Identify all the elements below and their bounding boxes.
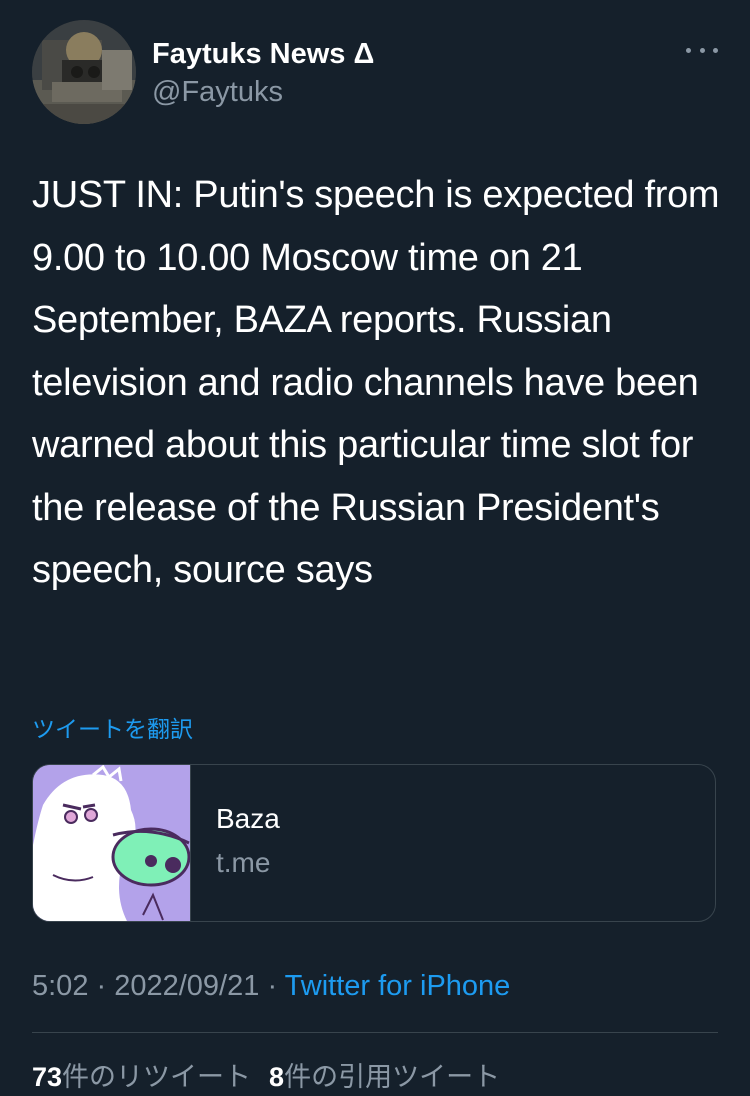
translate-tweet-link[interactable]: ツイートを翻訳 [32, 710, 193, 744]
quotes-count[interactable]: 8 [269, 1062, 284, 1092]
tweet-meta: 5:02 · 2022/09/21 · Twitter for iPhone [32, 970, 510, 1003]
link-card-thumbnail [33, 765, 190, 921]
retweets-label[interactable]: 件のリツイート [62, 1062, 251, 1093]
tweet-time[interactable]: 5:02 [32, 970, 88, 1002]
author-avatar[interactable] [32, 20, 136, 124]
more-dot [686, 47, 691, 53]
tweet-text: JUST IN: Putin's speech is expected from… [32, 174, 720, 591]
tweet-date[interactable]: 2022/09/21 [114, 970, 259, 1002]
divider [32, 1032, 718, 1033]
link-card-image [33, 765, 191, 921]
tweet-header: Faytuks News Δ @Faytuks [32, 20, 722, 125]
quotes-label[interactable]: 件の引用ツイート [284, 1062, 500, 1093]
link-card-title: Baza [216, 803, 280, 834]
author-handle[interactable]: @Faytuks [152, 76, 283, 109]
tweet-stats: 73件のリツイート 8件の引用ツイート [32, 1055, 500, 1094]
more-dot [713, 47, 718, 53]
tweet-source-link[interactable]: Twitter for iPhone [285, 970, 511, 1002]
more-dot [699, 47, 705, 53]
avatar-image [32, 20, 136, 124]
link-card[interactable]: Baza t.me [32, 764, 716, 922]
more-dots-icon[interactable] [682, 40, 722, 60]
retweets-count[interactable]: 73 [32, 1062, 62, 1092]
author-display-name[interactable]: Faytuks News Δ [152, 38, 374, 71]
meta-separator: · [88, 970, 115, 1002]
link-card-domain: t.me [216, 847, 271, 878]
meta-separator: · [259, 970, 285, 1002]
